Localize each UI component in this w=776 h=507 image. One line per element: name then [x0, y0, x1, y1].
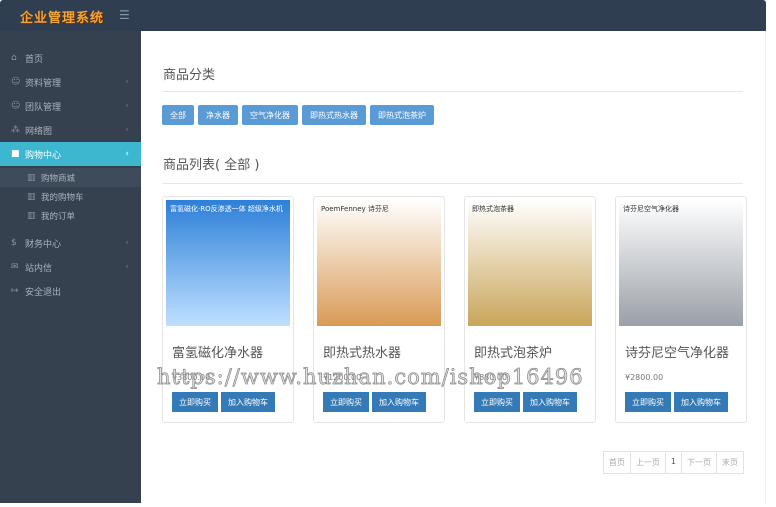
product-name: 即热式泡茶炉	[474, 346, 553, 361]
category-buttons: 全部 净水器 空气净化器 即热式热水器 即热式泡茶炉	[162, 105, 434, 125]
category-all-button[interactable]: 全部	[162, 105, 194, 125]
list-title: 商品列表( 全部 )	[163, 158, 260, 173]
first-page-button[interactable]: 首页	[604, 452, 630, 473]
sitemap-icon: ⁂	[11, 125, 20, 135]
sidebar-item-label: 首页	[25, 54, 44, 65]
sidebar-sub-orders[interactable]: ▥ 我的订单	[0, 206, 141, 225]
sidebar-item-messages[interactable]: ✉ 站内信 ‹	[0, 255, 141, 279]
buy-now-button[interactable]: 立即购买	[625, 392, 671, 412]
chevron-left-icon: ‹	[125, 262, 129, 272]
image-caption: 富氢磁化·RO反渗透一体 超级净水机	[170, 205, 283, 213]
product-image[interactable]: 即热式泡茶器	[468, 200, 592, 326]
mail-icon: ✉	[11, 262, 19, 272]
add-to-cart-button[interactable]: 加入购物车	[674, 392, 728, 412]
logout-icon: ↦	[11, 286, 19, 296]
image-caption: PoemFenney 诗芬尼	[321, 205, 389, 213]
chevron-left-icon: ‹	[125, 101, 129, 111]
sidebar-item-label: 网络图	[25, 126, 53, 137]
truck-icon: ■	[11, 149, 20, 159]
home-icon: ⌂	[11, 53, 17, 63]
sidebar-item-logout[interactable]: ↦ 安全退出	[0, 279, 141, 303]
hamburger-icon[interactable]: ☰	[119, 8, 130, 22]
product-name: 诗芬尼空气净化器	[625, 346, 730, 361]
sidebar-item-label: 团队管理	[25, 102, 62, 113]
last-page-button[interactable]: 末页	[716, 452, 743, 473]
product-name: 富氢磁化净水器	[172, 346, 264, 361]
bar-chart-icon: ▥	[27, 191, 36, 202]
sub-label: 购物商城	[41, 173, 76, 184]
product-image[interactable]: PoemFenney 诗芬尼	[317, 200, 441, 326]
sub-label: 我的订单	[41, 211, 76, 222]
chevron-left-icon: ‹	[125, 77, 129, 87]
image-caption: 诗芬尼空气净化器	[623, 205, 679, 213]
prev-page-button[interactable]: 上一页	[629, 452, 665, 473]
next-page-button[interactable]: 下一页	[681, 452, 716, 473]
product-image[interactable]: 诗芬尼空气净化器	[619, 200, 743, 326]
category-air-purifier-button[interactable]: 空气净化器	[242, 105, 298, 125]
add-to-cart-button[interactable]: 加入购物车	[221, 392, 275, 412]
main-content: 商品分类 全部 净水器 空气净化器 即热式热水器 即热式泡茶炉 商品列表( 全部…	[141, 31, 766, 503]
image-caption: 即热式泡茶器	[472, 205, 514, 213]
sidebar-item-team[interactable]: ☺ 团队管理 ‹	[0, 94, 141, 118]
sidebar-sub-cart[interactable]: ▥ 我的购物车	[0, 187, 141, 206]
sidebar: ⌂ 首页 ☺ 资料管理 ‹ ☺ 团队管理 ‹ ⁂ 网络图 ‹ ■ 购物中心 ‹ ▥ 购物商城 ▥ 我的…	[0, 31, 141, 503]
dollar-icon: $	[11, 238, 17, 248]
top-bar: 企业管理系统 ☰	[0, 0, 766, 31]
product-name: 即热式热水器	[323, 346, 402, 361]
user-icon: ☺	[11, 77, 21, 87]
sidebar-sub-mall[interactable]: ▥ 购物商城	[0, 168, 141, 187]
product-image[interactable]: 富氢磁化·RO反渗透一体 超级净水机	[166, 200, 290, 326]
bar-chart-icon: ▥	[27, 210, 36, 221]
pagination: 首页 上一页 1 下一页 末页	[602, 451, 744, 474]
chevron-left-icon: ‹	[125, 149, 129, 159]
sidebar-item-profile[interactable]: ☺ 资料管理 ‹	[0, 70, 141, 94]
sidebar-item-label: 安全退出	[25, 287, 62, 298]
buy-now-button[interactable]: 立即购买	[474, 392, 520, 412]
category-tea-boiler-button[interactable]: 即热式泡茶炉	[370, 105, 434, 125]
sidebar-item-home[interactable]: ⌂ 首页	[0, 46, 141, 70]
sidebar-item-label: 购物中心	[25, 150, 62, 161]
chevron-left-icon: ‹	[125, 125, 129, 135]
sidebar-item-finance[interactable]: $ 财务中心 ‹	[0, 231, 141, 255]
product-price: ¥3800.00	[172, 373, 211, 382]
product-price: ¥1200.00	[323, 373, 362, 382]
divider	[163, 91, 743, 92]
product-card: 富氢磁化·RO反渗透一体 超级净水机 富氢磁化净水器 ¥3800.00 立即购买…	[162, 196, 294, 423]
logo: 企业管理系统	[20, 11, 105, 26]
add-to-cart-button[interactable]: 加入购物车	[523, 392, 577, 412]
buy-now-button[interactable]: 立即购买	[323, 392, 369, 412]
product-price: ¥880.00	[474, 373, 508, 382]
product-price: ¥2800.00	[625, 373, 664, 382]
divider	[163, 183, 743, 184]
sidebar-item-label: 资料管理	[25, 78, 62, 89]
add-to-cart-button[interactable]: 加入购物车	[372, 392, 426, 412]
product-card: 即热式泡茶器 即热式泡茶炉 ¥880.00 立即购买 加入购物车	[464, 196, 596, 423]
sub-label: 我的购物车	[41, 192, 84, 203]
category-water-heater-button[interactable]: 即热式热水器	[302, 105, 366, 125]
buy-now-button[interactable]: 立即购买	[172, 392, 218, 412]
category-water-purifier-button[interactable]: 净水器	[198, 105, 238, 125]
category-title: 商品分类	[163, 68, 216, 83]
page-1-button[interactable]: 1	[664, 452, 681, 473]
sidebar-item-label: 站内信	[25, 263, 53, 274]
bar-chart-icon: ▥	[27, 172, 36, 183]
chevron-left-icon: ‹	[125, 238, 129, 248]
product-grid: 富氢磁化·RO反渗透一体 超级净水机 富氢磁化净水器 ¥3800.00 立即购买…	[162, 196, 747, 423]
sidebar-item-network[interactable]: ⁂ 网络图 ‹	[0, 118, 141, 142]
sidebar-item-label: 财务中心	[25, 239, 62, 250]
sidebar-item-shopping[interactable]: ■ 购物中心 ‹	[0, 142, 141, 166]
product-card: PoemFenney 诗芬尼 即热式热水器 ¥1200.00 立即购买 加入购物车	[313, 196, 445, 423]
team-icon: ☺	[11, 101, 21, 111]
product-card: 诗芬尼空气净化器 诗芬尼空气净化器 ¥2800.00 立即购买 加入购物车	[615, 196, 747, 423]
